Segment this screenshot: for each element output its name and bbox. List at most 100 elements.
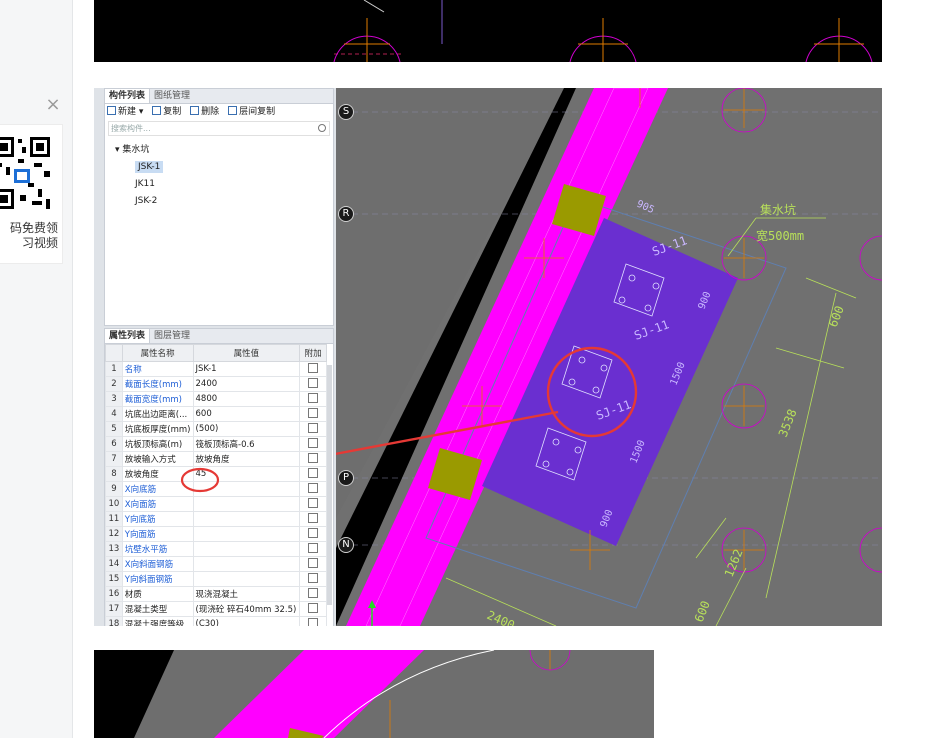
tree-item-jsk-2[interactable]: JSK-2 — [105, 193, 333, 210]
property-row[interactable]: 15 Y向斜面钢筋 — [105, 571, 327, 587]
tree-item-jsk-1[interactable]: JSK-1 — [105, 159, 333, 176]
property-row[interactable]: 7 放坡输入方式 放坡角度 — [105, 451, 327, 467]
property-row[interactable]: 11 Y向底筋 — [105, 511, 327, 527]
attach-checkbox[interactable] — [308, 542, 319, 553]
row-number: 6 — [105, 436, 123, 452]
property-name: 坑底板厚度(mm) — [121, 421, 194, 437]
attach-checkbox[interactable] — [308, 617, 319, 626]
attach-checkbox[interactable] — [308, 437, 319, 448]
property-value[interactable] — [192, 511, 301, 527]
property-value[interactable] — [192, 496, 301, 512]
property-row[interactable]: 5 坑底板厚度(mm) (500) — [105, 421, 327, 437]
cad-label-slope-note: 集水坑 — [760, 202, 796, 217]
property-row[interactable]: 14 X向斜面钢筋 — [105, 556, 327, 572]
property-header-row: 属性名称 属性值 附加 — [105, 344, 327, 362]
property-row[interactable]: 1 名称 JSK-1 — [105, 361, 327, 377]
property-value[interactable]: (500) — [192, 421, 301, 437]
attach-checkbox-cell[interactable] — [299, 481, 327, 497]
attach-checkbox-cell[interactable] — [299, 391, 327, 407]
property-value[interactable] — [192, 571, 301, 587]
row-number-header — [105, 344, 123, 362]
tab-layer-manage[interactable]: 图层管理 — [150, 329, 194, 343]
new-button[interactable]: 新建 ▾ — [107, 106, 143, 117]
attach-checkbox-cell[interactable] — [299, 466, 327, 482]
property-value[interactable] — [192, 526, 301, 542]
delete-button[interactable]: 删除 — [190, 106, 219, 117]
property-value[interactable] — [192, 541, 301, 557]
attach-checkbox-cell[interactable] — [299, 511, 327, 527]
attach-checkbox[interactable] — [308, 467, 319, 478]
property-row[interactable]: 6 坑板顶标高(m) 筏板顶标高-0.6 — [105, 436, 327, 452]
attach-checkbox[interactable] — [308, 497, 319, 508]
row-number: 10 — [105, 496, 123, 512]
tree-node-root[interactable]: ▾ 集水坑 — [105, 142, 333, 159]
col-property-value: 属性值 — [192, 344, 301, 362]
property-row[interactable]: 4 坑底出边距离(... 600 — [105, 406, 327, 422]
attach-checkbox-cell[interactable] — [299, 361, 327, 377]
attach-checkbox[interactable] — [308, 377, 319, 388]
search-icon[interactable] — [318, 124, 326, 132]
copy-button[interactable]: 复制 — [152, 106, 181, 117]
attach-checkbox[interactable] — [308, 422, 319, 433]
attach-checkbox-cell[interactable] — [299, 571, 327, 587]
cad-drawing-view[interactable]: 集水坑 宽500mm 600 3538 1262 600 2400 SJ-11 … — [214, 88, 882, 626]
property-value[interactable]: (C30) — [192, 616, 301, 626]
property-scrollbar[interactable] — [327, 365, 332, 605]
col-property-name: 属性名称 — [121, 344, 194, 362]
attach-checkbox[interactable] — [308, 587, 319, 598]
cad-fragment-top — [333, 0, 873, 62]
property-name: 混凝土强度等级 — [121, 616, 194, 626]
property-value[interactable]: JSK-1 — [192, 361, 301, 377]
property-value[interactable]: 600 — [192, 406, 301, 422]
attach-checkbox[interactable] — [308, 482, 319, 493]
attach-checkbox[interactable] — [308, 512, 319, 523]
property-row[interactable]: 10 X向面筋 — [105, 496, 327, 512]
qr-promo-card[interactable]: 码免费领 习视频 — [0, 124, 63, 264]
property-row[interactable]: 16 材质 现浇混凝土 — [105, 586, 327, 602]
attach-checkbox[interactable] — [308, 392, 319, 403]
attach-checkbox[interactable] — [308, 602, 319, 613]
property-value[interactable]: (现浇砼 碎石40mm 32.5) — [192, 601, 301, 617]
floor-copy-button[interactable]: 层间复制 — [228, 106, 275, 117]
tab-component-list[interactable]: 构件列表 — [105, 89, 151, 103]
attach-checkbox-cell[interactable] — [299, 526, 327, 542]
property-value[interactable]: 2400 — [192, 376, 301, 392]
attach-checkbox[interactable] — [308, 527, 319, 538]
attach-checkbox[interactable] — [308, 557, 319, 568]
attach-checkbox-cell[interactable] — [299, 616, 327, 626]
attach-checkbox-cell[interactable] — [299, 376, 327, 392]
close-icon[interactable]: × — [44, 96, 62, 114]
cad-label-slope-width: 宽500mm — [756, 228, 804, 243]
tree-item-jk11[interactable]: JK11 — [105, 176, 333, 193]
attach-checkbox-cell[interactable] — [299, 496, 327, 512]
attach-checkbox-cell[interactable] — [299, 586, 327, 602]
component-search-input[interactable]: 搜索构件... — [108, 121, 330, 136]
attach-checkbox-cell[interactable] — [299, 601, 327, 617]
attach-checkbox-cell[interactable] — [299, 406, 327, 422]
attach-checkbox-cell[interactable] — [299, 541, 327, 557]
property-row[interactable]: 2 截面长度(mm) 2400 — [105, 376, 327, 392]
property-row[interactable]: 18 混凝土强度等级 (C30) — [105, 616, 327, 626]
attach-checkbox[interactable] — [308, 572, 319, 583]
tab-drawing-manage[interactable]: 图纸管理 — [150, 89, 194, 103]
attach-checkbox-cell[interactable] — [299, 556, 327, 572]
attach-checkbox-cell[interactable] — [299, 436, 327, 452]
axis-label-n: N — [338, 537, 354, 553]
property-row[interactable]: 13 坑壁水平筋 — [105, 541, 327, 557]
property-value[interactable] — [192, 556, 301, 572]
property-value[interactable]: 4800 — [192, 391, 301, 407]
attach-checkbox-cell[interactable] — [299, 451, 327, 467]
attach-checkbox[interactable] — [308, 407, 319, 418]
copy-icon — [152, 106, 162, 115]
property-value[interactable]: 放坡角度 — [192, 451, 301, 467]
attach-checkbox[interactable] — [308, 362, 319, 373]
row-number: 16 — [105, 586, 123, 602]
property-value[interactable]: 现浇混凝土 — [192, 586, 301, 602]
property-row[interactable]: 3 截面宽度(mm) 4800 — [105, 391, 327, 407]
tab-property-list[interactable]: 属性列表 — [105, 329, 151, 343]
property-row[interactable]: 17 混凝土类型 (现浇砼 碎石40mm 32.5) — [105, 601, 327, 617]
attach-checkbox-cell[interactable] — [299, 421, 327, 437]
property-value[interactable]: 筏板顶标高-0.6 — [192, 436, 301, 452]
property-row[interactable]: 12 Y向面筋 — [105, 526, 327, 542]
attach-checkbox[interactable] — [308, 452, 319, 463]
